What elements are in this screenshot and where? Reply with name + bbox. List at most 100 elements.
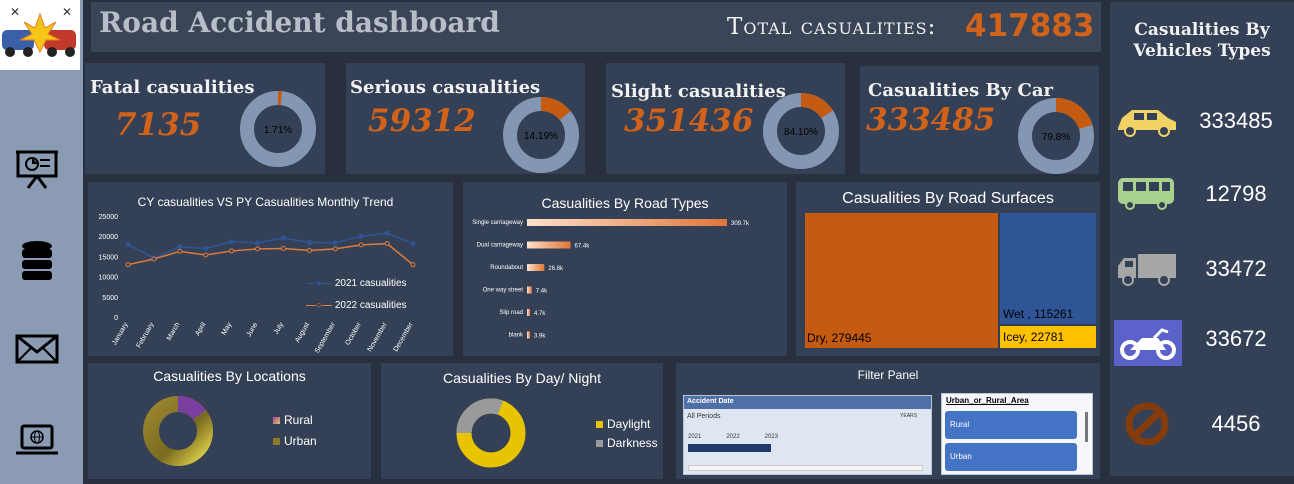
data-label: 4.7k [534, 311, 546, 317]
data-point[interactable] [384, 241, 390, 247]
legend-urban: Urban [273, 434, 317, 448]
series-line [127, 242, 414, 266]
category-label: Single carriageway [472, 220, 523, 226]
data-point[interactable] [280, 235, 286, 241]
day-night-title: Casualities By Day/ Night [443, 370, 601, 386]
x-tick-label: May [221, 321, 234, 336]
data-point[interactable] [306, 239, 312, 245]
vehicle-value-bus: 12798 [1205, 181, 1267, 206]
x-tick-label: October [344, 321, 363, 347]
slicer-option-urban[interactable]: Urban [945, 443, 1077, 471]
filter-panel-title: Filter Panel [857, 368, 919, 382]
y-tick-label: 25000 [99, 214, 119, 221]
data-point[interactable] [280, 246, 286, 252]
bar[interactable] [527, 331, 530, 339]
data-point[interactable] [332, 240, 338, 246]
y-tick-label: 10000 [99, 275, 119, 282]
vehicle-value-truck: 33472 [1205, 256, 1267, 281]
bar[interactable] [527, 241, 571, 249]
timeline-bar[interactable] [688, 444, 771, 452]
unit-selector[interactable]: YEARS [900, 413, 917, 419]
data-point[interactable] [384, 230, 390, 236]
data-point[interactable] [177, 248, 183, 254]
data-point[interactable] [410, 241, 416, 247]
data-point[interactable] [203, 246, 209, 252]
y-tick-label: 15000 [99, 254, 119, 261]
kpi-card-fatal: Fatal casualities 7135 1.71% [85, 63, 325, 174]
data-point[interactable] [358, 242, 364, 248]
truck-icon [1114, 246, 1180, 290]
kpi-donut-car: 79.8% [1018, 98, 1094, 174]
accident-date-slicer[interactable]: Accident Date All Periods YEARS 2021 202… [683, 395, 932, 475]
kpi-donut-fatal: 1.71% [240, 91, 316, 167]
legend-rural: Rural [273, 413, 313, 427]
x-tick-label: August [294, 321, 311, 343]
bar[interactable] [527, 309, 531, 316]
kpi-pct-label: 14.19% [524, 131, 558, 142]
treemap-dry[interactable]: Dry, 279445 [805, 213, 998, 348]
svg-text:✕: ✕ [10, 5, 20, 19]
kpi-pct-label: 79.8% [1042, 132, 1070, 143]
x-tick-label: December [393, 321, 416, 353]
svg-text:✕: ✕ [62, 5, 72, 19]
y-tick-label: 5000 [102, 295, 118, 302]
vehicle-types-panel: Casualities By Vehicles Types 333485 127… [1110, 2, 1294, 476]
bar[interactable] [527, 219, 727, 226]
data-point[interactable] [151, 256, 157, 262]
locations-title: Casualities By Locations [153, 368, 306, 384]
data-point[interactable] [410, 262, 416, 268]
road-surfaces-panel: Casualities By Road Surfaces Dry, 279445… [796, 182, 1100, 356]
motorcycle-icon [1114, 320, 1182, 366]
data-point[interactable] [255, 240, 261, 246]
timeline-scrollbar[interactable] [688, 465, 923, 471]
year-labels: 2021 2022 2023 [688, 434, 778, 440]
treemap-icey[interactable]: Icey, 22781 [1000, 326, 1096, 348]
x-tick-label: June [246, 321, 260, 338]
kpi-donut-slight: 84.10% [763, 93, 839, 169]
laptop-globe-icon[interactable] [14, 418, 60, 464]
treemap-wet[interactable]: Wet , 115261 [1000, 213, 1096, 324]
slicer-option-rural[interactable]: Rural [945, 411, 1077, 439]
slicer-scrollbar[interactable] [1085, 412, 1088, 442]
x-tick-label: February [136, 321, 156, 349]
data-point[interactable] [203, 252, 209, 258]
locations-panel: Casualities By Locations Rural Urban [88, 363, 371, 479]
data-point[interactable] [125, 241, 131, 247]
legend-daylight: Daylight [596, 417, 650, 431]
kpi-card-slight: Slight casualities 351436 84.10% [606, 63, 845, 174]
bar[interactable] [527, 264, 545, 271]
road-types-panel: Casualities By Road Types Single carriag… [463, 182, 787, 356]
x-tick-label: November [367, 321, 390, 353]
data-point[interactable] [358, 233, 364, 239]
data-point[interactable] [229, 239, 235, 245]
legend-2022: —○— 2022 casualities [306, 300, 407, 311]
data-point[interactable] [332, 246, 338, 252]
kpi-value: 351436 [624, 103, 754, 139]
presentation-icon[interactable] [14, 146, 60, 192]
day-night-panel: Casualities By Day/ Night Daylight Darkn… [381, 363, 663, 479]
data-point[interactable] [306, 248, 312, 254]
category-label: One way street [483, 288, 524, 294]
x-tick-label: July [273, 321, 286, 336]
x-tick-label: January [111, 321, 130, 346]
data-point[interactable] [125, 262, 131, 268]
y-tick-label: 20000 [99, 234, 119, 241]
total-casualties-label: Total casualities: [727, 14, 937, 40]
category-label: Slip road [499, 310, 523, 316]
vehicle-value-car: 333485 [1199, 108, 1273, 133]
locations-donut [143, 396, 213, 466]
database-icon[interactable] [14, 238, 60, 284]
bar[interactable] [527, 286, 532, 294]
data-point[interactable] [255, 246, 261, 252]
kpi-card-serious: Serious casualities 59312 14.19% [346, 63, 585, 174]
sidebar: ✕ ✕ [0, 0, 83, 484]
data-point[interactable] [177, 244, 183, 250]
y-tick-label: 0 [114, 315, 118, 322]
mail-icon[interactable] [14, 326, 60, 372]
urban-rural-slicer[interactable]: Urban_or_Rural_Area Rural Urban [941, 393, 1093, 475]
data-point[interactable] [229, 248, 235, 254]
title-bar: Road Accident dashboard Total casualitie… [91, 2, 1101, 52]
total-casualties-value: 417883 [965, 8, 1095, 44]
category-label: Roundabout [490, 265, 523, 271]
kpi-donut-serious: 14.19% [503, 97, 579, 173]
